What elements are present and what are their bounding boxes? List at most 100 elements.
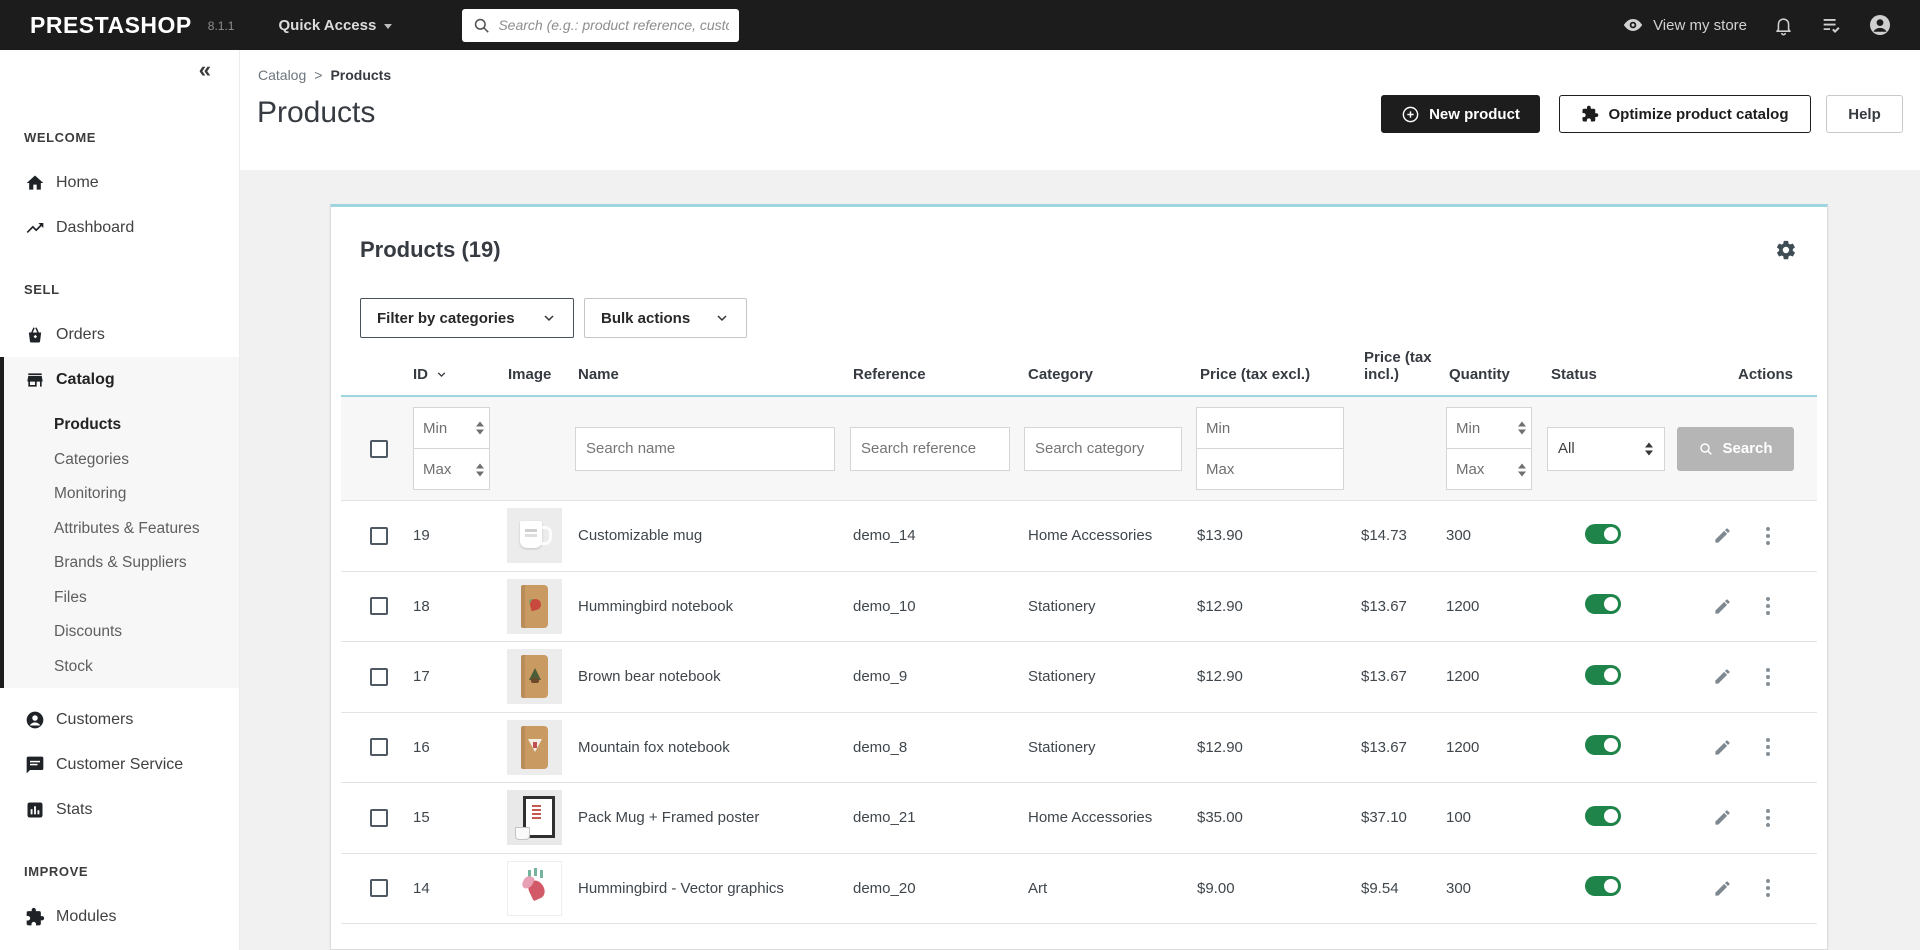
optimize-label: Optimize product catalog [1608, 106, 1788, 123]
product-name: Mountain fox notebook [570, 739, 845, 756]
sidebar-item-modules[interactable]: Modules [0, 894, 239, 939]
status-toggle[interactable] [1585, 876, 1621, 896]
edit-icon[interactable] [1713, 526, 1732, 545]
table-header-row: ID Image Name Reference Category Price (… [341, 338, 1817, 397]
edit-icon[interactable] [1713, 667, 1732, 686]
table-row[interactable]: 15 Pack Mug + Framed poster demo_21 Home… [341, 783, 1817, 854]
select-all-checkbox[interactable] [370, 440, 388, 458]
store-icon [24, 369, 46, 391]
status-toggle[interactable] [1585, 524, 1621, 544]
price-tax-excl: $12.90 [1192, 739, 1356, 756]
kebab-menu-icon[interactable] [1766, 604, 1770, 608]
edit-icon[interactable] [1713, 879, 1732, 898]
sidebar-item-orders[interactable]: Orders [0, 312, 239, 357]
status-toggle[interactable] [1585, 665, 1621, 685]
edit-icon[interactable] [1713, 738, 1732, 757]
product-name: Customizable mug [570, 527, 845, 544]
edit-icon[interactable] [1713, 597, 1732, 616]
product-thumbnail [507, 579, 562, 634]
price-max-input[interactable] [1196, 448, 1344, 490]
sidebar-item-customer-service[interactable]: Customer Service [0, 742, 239, 787]
status-filter-value: All [1558, 440, 1575, 457]
eye-icon [1622, 14, 1644, 36]
quick-access-menu[interactable]: Quick Access [278, 17, 392, 34]
product-id: 18 [405, 598, 500, 615]
row-checkbox[interactable] [370, 527, 388, 545]
toggle-knob [1604, 809, 1618, 823]
sidebar-item-customers[interactable]: Customers [0, 697, 239, 742]
product-reference: demo_20 [845, 880, 1020, 897]
quick-access-label: Quick Access [278, 17, 376, 34]
sidebar-submenu-item[interactable]: Files [4, 581, 239, 616]
sidebar-submenu-item[interactable]: Categories [4, 443, 239, 478]
sidebar-item-stats[interactable]: Stats [0, 787, 239, 832]
sidebar-submenu-item[interactable]: Brands & Suppliers [4, 546, 239, 581]
table-row[interactable]: 19 Customizable mug demo_14 Home Accesso… [341, 501, 1817, 572]
status-toggle[interactable] [1585, 735, 1621, 755]
kebab-menu-icon[interactable] [1766, 816, 1770, 820]
sidebar-submenu-item[interactable]: Stock [4, 650, 239, 685]
search-category-input[interactable] [1024, 427, 1182, 471]
prestashop-admin: PRESTASHOP 8.1.1 Quick Access View my st… [0, 0, 1920, 950]
table-row[interactable]: 17 Brown bear notebook demo_9 Stationery… [341, 642, 1817, 713]
catalog-submenu: Products Categories Monitoring Attribute… [4, 402, 239, 688]
playlist-check-icon[interactable] [1820, 14, 1842, 36]
search-reference-input[interactable] [850, 427, 1010, 471]
product-quantity: 1200 [1441, 668, 1543, 685]
search-name-input[interactable] [575, 427, 835, 471]
chevron-down-icon [541, 310, 557, 326]
edit-icon[interactable] [1713, 808, 1732, 827]
column-id-sort[interactable]: ID [413, 366, 500, 383]
avatar-icon[interactable] [1868, 13, 1892, 37]
search-input[interactable] [462, 9, 739, 42]
view-my-store-link[interactable]: View my store [1622, 14, 1747, 36]
table-row[interactable]: 16 Mountain fox notebook demo_8 Statione… [341, 713, 1817, 784]
gear-icon[interactable] [1775, 239, 1797, 261]
product-id: 16 [405, 739, 500, 756]
sidebar-collapse-button[interactable]: « [0, 50, 239, 90]
breadcrumb-catalog[interactable]: Catalog [258, 67, 306, 83]
table-row[interactable]: 18 Hummingbird notebook demo_10 Statione… [341, 572, 1817, 643]
stepper-arrows-icon[interactable] [476, 463, 484, 476]
new-product-button[interactable]: New product [1381, 95, 1540, 133]
stepper-arrows-icon[interactable] [476, 422, 484, 435]
price-tax-incl: $37.10 [1356, 809, 1441, 826]
sidebar-item-home[interactable]: Home [0, 160, 239, 205]
thumbnail-art [529, 598, 542, 611]
status-filter-select[interactable]: All [1547, 427, 1665, 471]
product-reference: demo_9 [845, 668, 1020, 685]
sidebar-item-dashboard[interactable]: Dashboard [0, 205, 239, 250]
status-toggle[interactable] [1585, 594, 1621, 614]
kebab-menu-icon[interactable] [1766, 745, 1770, 749]
kebab-menu-icon[interactable] [1766, 675, 1770, 679]
stepper-arrows-icon[interactable] [1518, 463, 1526, 476]
filter-search-button[interactable]: Search [1677, 427, 1794, 471]
products-table: ID Image Name Reference Category Price (… [331, 338, 1827, 924]
help-button[interactable]: Help [1826, 95, 1903, 133]
price-min-input[interactable] [1196, 407, 1344, 449]
kebab-menu-icon[interactable] [1766, 534, 1770, 538]
help-label: Help [1848, 106, 1881, 123]
row-checkbox[interactable] [370, 668, 388, 686]
product-quantity: 100 [1441, 809, 1543, 826]
sidebar-item-catalog[interactable]: Catalog [4, 357, 239, 402]
product-id: 17 [405, 668, 500, 685]
status-toggle[interactable] [1585, 806, 1621, 826]
row-checkbox[interactable] [370, 738, 388, 756]
bell-icon[interactable] [1773, 15, 1794, 36]
bulk-actions-button[interactable]: Bulk actions [584, 298, 747, 338]
optimize-catalog-button[interactable]: Optimize product catalog [1559, 95, 1811, 133]
row-checkbox[interactable] [370, 809, 388, 827]
chat-icon [24, 754, 46, 776]
table-row[interactable]: 14 Hummingbird - Vector graphics demo_20… [341, 854, 1817, 925]
row-checkbox[interactable] [370, 597, 388, 615]
sidebar-submenu-item[interactable]: Products [4, 408, 239, 443]
kebab-menu-icon[interactable] [1766, 886, 1770, 890]
row-checkbox[interactable] [370, 879, 388, 897]
grid-toolbar: Filter by categories Bulk actions [360, 298, 1827, 338]
sidebar-submenu-item[interactable]: Attributes & Features [4, 512, 239, 547]
sidebar-submenu-item[interactable]: Discounts [4, 615, 239, 650]
sidebar-submenu-item[interactable]: Monitoring [4, 477, 239, 512]
filter-by-categories-button[interactable]: Filter by categories [360, 298, 574, 338]
stepper-arrows-icon[interactable] [1518, 422, 1526, 435]
